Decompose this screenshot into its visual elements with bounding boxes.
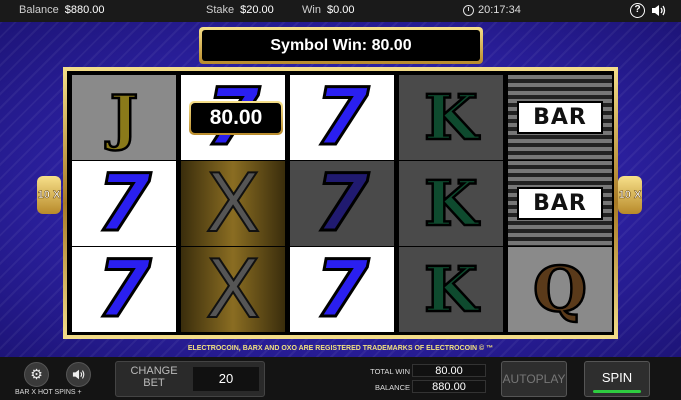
speaker-icon [72, 369, 84, 380]
symbol-bar: BAR [517, 187, 603, 220]
reel-cell: Q [508, 247, 612, 332]
reel-cell: 7 [72, 247, 176, 332]
bet-value: 20 [193, 367, 259, 391]
total-win-label: TOTAL WIN [370, 367, 410, 376]
bottom-control-bar: ⚙ BAR X HOT SPINS + CHANGE BET 20 TOTAL … [0, 357, 681, 400]
symbol-k: K [423, 252, 479, 328]
help-icon[interactable]: ? [630, 3, 645, 18]
win-display: Win $0.00 [302, 4, 354, 16]
symbol-bar: BAR [517, 101, 603, 134]
balance-value-bottom: 880.00 [412, 380, 486, 393]
win-value: $0.00 [326, 4, 355, 16]
clock-time: 20:17:34 [478, 4, 521, 16]
reel-cell: X [181, 161, 285, 246]
left-line-marker: 10 X [37, 176, 61, 214]
stake-value: $20.00 [240, 4, 274, 16]
trademark-notice: ELECTROCOIN, BARX AND OXO ARE REGISTERED… [187, 345, 494, 352]
right-line-marker: 10 X [618, 176, 642, 214]
speaker-icon[interactable] [651, 3, 667, 18]
reel-cell: K [399, 161, 503, 246]
stake-label: Stake [206, 4, 235, 16]
symbol-win-text: Symbol Win: 80.00 [202, 30, 480, 61]
reel-cell: 7 [72, 161, 176, 246]
reel-cell: K [399, 247, 503, 332]
win-label: Win [302, 4, 321, 16]
symbol-seven: 7 [313, 75, 370, 160]
change-bet-button[interactable]: CHANGE BET 20 [115, 361, 265, 397]
symbol-seven: 7 [95, 161, 152, 246]
symbol-seven: 7 [95, 247, 152, 332]
reel-cell: X [181, 247, 285, 332]
symbol-seven: 7 [313, 247, 370, 332]
symbol-win-banner: Symbol Win: 80.00 [199, 27, 483, 64]
change-bet-label: CHANGE BET [130, 365, 178, 389]
symbol-seven: 7 [313, 161, 370, 246]
reel-1: J 7 7 [72, 75, 176, 332]
reel-cell: K [399, 75, 503, 160]
symbol-k: K [423, 166, 479, 242]
totals-panel: TOTAL WIN 80.00 BALANCE 880.00 [350, 363, 490, 395]
balance-display: Balance $880.00 [19, 4, 105, 16]
reel-cell: 7 [290, 75, 394, 160]
game-area: Symbol Win: 80.00 10 X 10 X J 7 7 7 X X … [0, 22, 681, 357]
game-name: BAR X HOT SPINS + [15, 389, 82, 396]
reel-4: K K K [399, 75, 503, 332]
reel-3: 7 7 7 [290, 75, 394, 332]
balance-label: Balance [19, 4, 59, 16]
symbol-x: X [205, 161, 262, 246]
gear-icon: ⚙ [30, 366, 43, 382]
symbol-k: K [423, 80, 479, 156]
reel-window: J 7 7 7 X X 7 7 7 K K K [67, 71, 614, 335]
reel-5: BAR BAR Q [508, 75, 612, 332]
symbol-x: X [205, 247, 262, 332]
clock-icon [463, 5, 474, 16]
spin-button[interactable]: SPIN [584, 361, 650, 397]
reel-frame: J 7 7 7 X X 7 7 7 K K K [63, 67, 618, 339]
reel-cell: BAR [508, 75, 612, 160]
reel-cell: J [72, 75, 176, 160]
reel-cell: BAR [508, 161, 612, 246]
settings-button[interactable]: ⚙ [24, 362, 49, 387]
win-amount-label: 80.00 [189, 101, 283, 135]
balance-value: $880.00 [64, 4, 105, 16]
top-status-bar: Balance $880.00 Stake $20.00 Win $0.00 20:1… [0, 0, 681, 22]
autoplay-button[interactable]: AUTOPLAY [501, 361, 567, 397]
balance-label-bottom: BALANCE [374, 383, 410, 392]
symbol-j: J [109, 81, 140, 154]
reel-cell: 7 [290, 161, 394, 246]
total-win-value: 80.00 [412, 364, 486, 377]
reel-cell: 7 [290, 247, 394, 332]
win-amount-text: 80.00 [191, 103, 281, 133]
stake-display: Stake $20.00 [206, 4, 274, 16]
volume-button[interactable] [66, 362, 91, 387]
symbol-q: Q [532, 252, 589, 328]
